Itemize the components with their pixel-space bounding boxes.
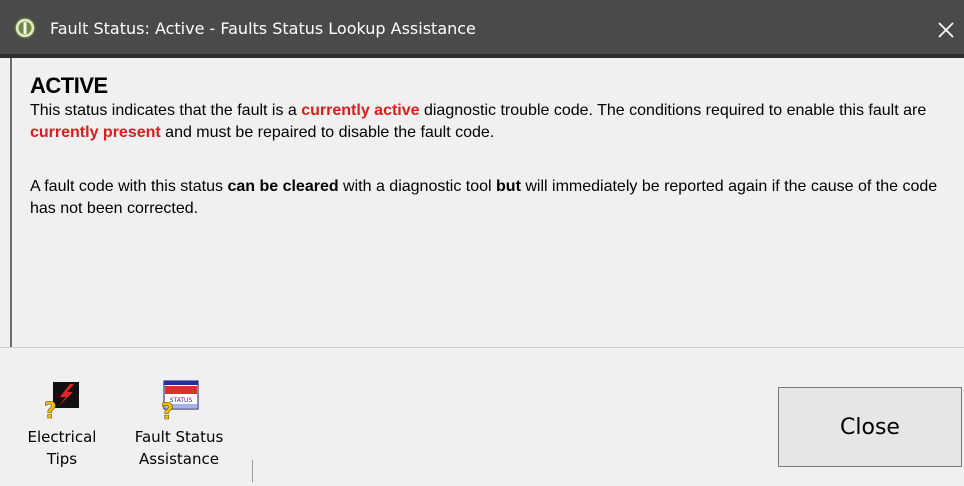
app-icon	[14, 17, 36, 39]
text-run: diagnostic trouble code. The conditions …	[419, 102, 927, 119]
fault-status-label-line2: Assistance	[139, 450, 219, 468]
svg-text:?: ?	[161, 400, 174, 420]
divider	[0, 347, 964, 348]
electrical-tips-button[interactable]: ? Electrical Tips	[12, 380, 112, 470]
status-description: This status indicates that the fault is …	[30, 100, 955, 144]
highlight-currently-present: currently present	[30, 124, 161, 141]
svg-text:?: ?	[44, 399, 57, 420]
status-heading: ACTIVE	[30, 73, 108, 98]
status-description-panel: ACTIVE This status indicates that the fa…	[10, 58, 964, 347]
toolbar-separator	[252, 460, 253, 482]
text-run: and must be repaired to disable the faul…	[160, 124, 495, 141]
electrical-tips-icon: ?	[44, 382, 79, 420]
highlight-currently-active: currently active	[301, 102, 420, 119]
fault-status-label-line1: Fault Status	[134, 428, 224, 446]
text-run: with a diagnostic tool	[338, 178, 497, 195]
title-bar: Fault Status: Active - Faults Status Loo…	[0, 0, 964, 58]
text-run: A fault code with this status	[30, 178, 228, 195]
fault-status-icon: STATUS ?	[161, 380, 199, 420]
close-button[interactable]: Close	[778, 387, 962, 467]
emphasis-can-be-cleared: can be cleared	[227, 178, 339, 195]
fault-status-assistance-button[interactable]: STATUS ? Fault Status Assistance	[120, 380, 238, 470]
window-title: Fault Status: Active - Faults Status Loo…	[50, 19, 476, 38]
clearing-description: A fault code with this status can be cle…	[30, 176, 955, 220]
emphasis-but: but	[496, 178, 521, 195]
window-close-icon[interactable]	[932, 16, 960, 44]
electrical-tips-label-line2: Tips	[46, 450, 78, 468]
electrical-tips-label-line1: Electrical	[27, 428, 97, 446]
text-run: This status indicates that the fault is …	[30, 102, 302, 119]
